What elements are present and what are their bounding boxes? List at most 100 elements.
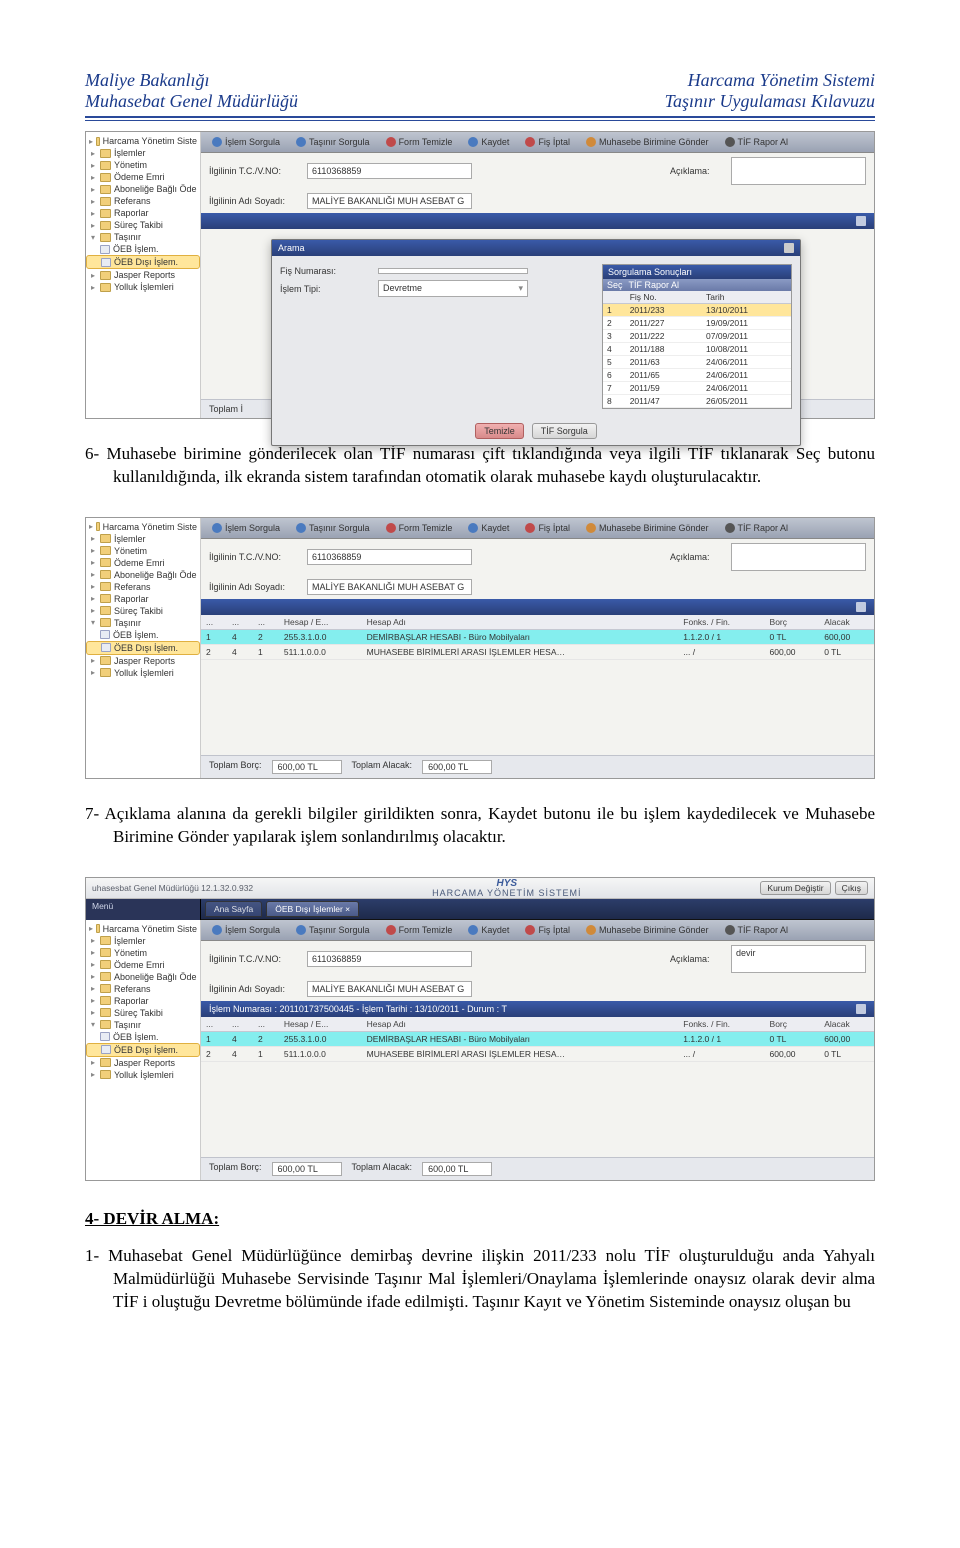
adsoyad-label: İlgilinin Adı Soyadı: bbox=[209, 984, 301, 994]
kaydet-button[interactable]: Kaydet bbox=[463, 924, 514, 936]
tree-oeb[interactable]: ÖEB İşlem. bbox=[113, 244, 159, 254]
tree-oebdisi[interactable]: ÖEB Dışı İşlem. bbox=[114, 257, 178, 267]
close-icon[interactable] bbox=[784, 243, 794, 253]
tree-oeb[interactable]: ÖEB İşlem. bbox=[113, 1032, 159, 1042]
table-row[interactable]: 32011/22207/09/2011 bbox=[603, 330, 791, 343]
tree-oebdisi[interactable]: ÖEB Dışı İşlem. bbox=[114, 643, 178, 653]
tree-yolluk[interactable]: Yolluk İşlemleri bbox=[114, 282, 174, 292]
islem-sorgula-button[interactable]: İşlem Sorgula bbox=[207, 522, 285, 534]
aciklama-input[interactable] bbox=[731, 157, 866, 185]
kaydet-button[interactable]: Kaydet bbox=[463, 522, 514, 534]
tree-islemler[interactable]: İşlemler bbox=[114, 936, 146, 946]
tree-yolluk[interactable]: Yolluk İşlemleri bbox=[114, 1070, 174, 1080]
tree-jasper[interactable]: Jasper Reports bbox=[114, 270, 175, 280]
tree-root[interactable]: Harcama Yönetim Siste bbox=[103, 924, 197, 934]
collapse-icon[interactable] bbox=[856, 1004, 866, 1014]
collapse-icon[interactable] bbox=[856, 602, 866, 612]
close-icon[interactable]: × bbox=[345, 904, 350, 914]
tree-oebdisi[interactable]: ÖEB Dışı İşlem. bbox=[114, 1045, 178, 1055]
tree-referans[interactable]: Referans bbox=[114, 984, 151, 994]
tree-referans[interactable]: Referans bbox=[114, 582, 151, 592]
save-icon bbox=[468, 925, 478, 935]
tree-islemler[interactable]: İşlemler bbox=[114, 534, 146, 544]
table-row[interactable]: 42011/18810/08/2011 bbox=[603, 343, 791, 356]
tif-rapor-button[interactable]: TİF Rapor Al bbox=[720, 924, 794, 936]
header-right-1: Harcama Yönetim Sistemi bbox=[665, 70, 875, 91]
tab-anasayfa[interactable]: Ana Sayfa bbox=[205, 901, 262, 917]
tree-raporlar[interactable]: Raporlar bbox=[114, 594, 149, 604]
form-temizle-button[interactable]: Form Temizle bbox=[381, 136, 458, 148]
aciklama-input[interactable]: devir bbox=[731, 945, 866, 973]
islemtip-select[interactable]: Devretme ▾ bbox=[378, 280, 528, 297]
tree-root[interactable]: Harcama Yönetim Siste bbox=[103, 522, 197, 532]
muhasebe-gonder-button[interactable]: Muhasebe Birimine Gönder bbox=[581, 136, 714, 148]
table-row[interactable]: 52011/6324/06/2011 bbox=[603, 356, 791, 369]
tree-odeme[interactable]: Ödeme Emri bbox=[114, 960, 165, 970]
fis-iptal-button[interactable]: Fiş İptal bbox=[520, 924, 575, 936]
table-row[interactable]: 241 511.1.0.0.0MUHASEBE BİRİMLERİ ARASI … bbox=[201, 644, 874, 659]
tree-oeb[interactable]: ÖEB İşlem. bbox=[113, 630, 159, 640]
tree-surec[interactable]: Süreç Takibi bbox=[114, 220, 163, 230]
tif-sorgula-button[interactable]: TİF Sorgula bbox=[532, 423, 597, 439]
islem-sorgula-button[interactable]: İşlem Sorgula bbox=[207, 136, 285, 148]
tree-raporlar[interactable]: Raporlar bbox=[114, 996, 149, 1006]
tree-tasinir[interactable]: Taşınır bbox=[114, 618, 141, 628]
table-row[interactable]: 82011/4726/05/2011 bbox=[603, 395, 791, 408]
tree-yolluk[interactable]: Yolluk İşlemleri bbox=[114, 668, 174, 678]
adsoyad-input[interactable]: MALİYE BAKANLIĞI MUH ASEBAT G bbox=[307, 981, 472, 997]
tasinir-sorgula-button[interactable]: Taşınır Sorgula bbox=[291, 136, 375, 148]
tree-jasper[interactable]: Jasper Reports bbox=[114, 1058, 175, 1068]
form-temizle-button[interactable]: Form Temizle bbox=[381, 924, 458, 936]
temizle-button[interactable]: Temizle bbox=[475, 423, 524, 439]
kurum-degistir-button[interactable]: Kurum Değiştir bbox=[760, 881, 830, 895]
tree-odeme[interactable]: Ödeme Emri bbox=[114, 558, 165, 568]
table-row[interactable]: 142 255.3.1.0.0DEMİRBAŞLAR HESABI - Büro… bbox=[201, 629, 874, 644]
tree-yonetim[interactable]: Yönetim bbox=[114, 160, 147, 170]
tree-surec[interactable]: Süreç Takibi bbox=[114, 606, 163, 616]
fis-iptal-button[interactable]: Fiş İptal bbox=[520, 522, 575, 534]
tab-oebdisi[interactable]: ÖEB Dışı İşlemler × bbox=[266, 901, 359, 917]
muhasebe-gonder-button[interactable]: Muhasebe Birimine Gönder bbox=[581, 522, 714, 534]
muhasebe-gonder-button[interactable]: Muhasebe Birimine Gönder bbox=[581, 924, 714, 936]
tif-rapor-button[interactable]: TİF Rapor Al bbox=[720, 136, 794, 148]
tree-referans[interactable]: Referans bbox=[114, 196, 151, 206]
form-temizle-button[interactable]: Form Temizle bbox=[381, 522, 458, 534]
tree-islemler[interactable]: İşlemler bbox=[114, 148, 146, 158]
adsoyad-input[interactable]: MALİYE BAKANLIĞI MUH ASEBAT G bbox=[307, 193, 472, 209]
tree-tasinir[interactable]: Taşınır bbox=[114, 232, 141, 242]
tree-abonelik[interactable]: Aboneliğe Bağlı Öde bbox=[114, 184, 197, 194]
tif-rapor-button[interactable]: TİF Rapor Al bbox=[720, 522, 794, 534]
table-row[interactable]: 12011/23313/10/2011 bbox=[603, 304, 791, 317]
tree-jasper[interactable]: Jasper Reports bbox=[114, 656, 175, 666]
sec-button[interactable]: Seç bbox=[607, 280, 623, 290]
tree-abonelik[interactable]: Aboneliğe Bağlı Öde bbox=[114, 570, 197, 580]
fisno-input[interactable] bbox=[378, 268, 528, 274]
tree-root[interactable]: Harcama Yönetim Siste bbox=[103, 136, 197, 146]
tree-yonetim[interactable]: Yönetim bbox=[114, 948, 147, 958]
tree-yonetim[interactable]: Yönetim bbox=[114, 546, 147, 556]
islem-sorgula-button[interactable]: İşlem Sorgula bbox=[207, 924, 285, 936]
tree-tasinir[interactable]: Taşınır bbox=[114, 1020, 141, 1030]
tree-raporlar[interactable]: Raporlar bbox=[114, 208, 149, 218]
kaydet-button[interactable]: Kaydet bbox=[463, 136, 514, 148]
tcvkno-input[interactable]: 6110368859 bbox=[307, 163, 472, 179]
table-row[interactable]: 241 511.1.0.0.0MUHASEBE BİRİMLERİ ARASI … bbox=[201, 1046, 874, 1061]
table-row[interactable]: 62011/6524/06/2011 bbox=[603, 369, 791, 382]
aciklama-input[interactable] bbox=[731, 543, 866, 571]
tree-odeme[interactable]: Ödeme Emri bbox=[114, 172, 165, 182]
table-row[interactable]: 22011/22719/09/2011 bbox=[603, 317, 791, 330]
tcvkno-input[interactable]: 6110368859 bbox=[307, 951, 472, 967]
tif-rapor-popup-button[interactable]: TİF Rapor Al bbox=[629, 280, 680, 290]
tree-abonelik[interactable]: Aboneliğe Bağlı Öde bbox=[114, 972, 197, 982]
tasinir-sorgula-button[interactable]: Taşınır Sorgula bbox=[291, 522, 375, 534]
adsoyad-input[interactable]: MALİYE BAKANLIĞI MUH ASEBAT G bbox=[307, 579, 472, 595]
cikis-button[interactable]: Çıkış bbox=[835, 881, 868, 895]
tasinir-sorgula-button[interactable]: Taşınır Sorgula bbox=[291, 924, 375, 936]
table-row[interactable]: 72011/5924/06/2011 bbox=[603, 382, 791, 395]
tree-surec[interactable]: Süreç Takibi bbox=[114, 1008, 163, 1018]
table-row[interactable]: 142 255.3.1.0.0DEMİRBAŞLAR HESABI - Büro… bbox=[201, 1031, 874, 1046]
tcvkno-input[interactable]: 6110368859 bbox=[307, 549, 472, 565]
fis-iptal-button[interactable]: Fiş İptal bbox=[520, 136, 575, 148]
collapse-icon[interactable] bbox=[856, 216, 866, 226]
search-icon bbox=[212, 523, 222, 533]
